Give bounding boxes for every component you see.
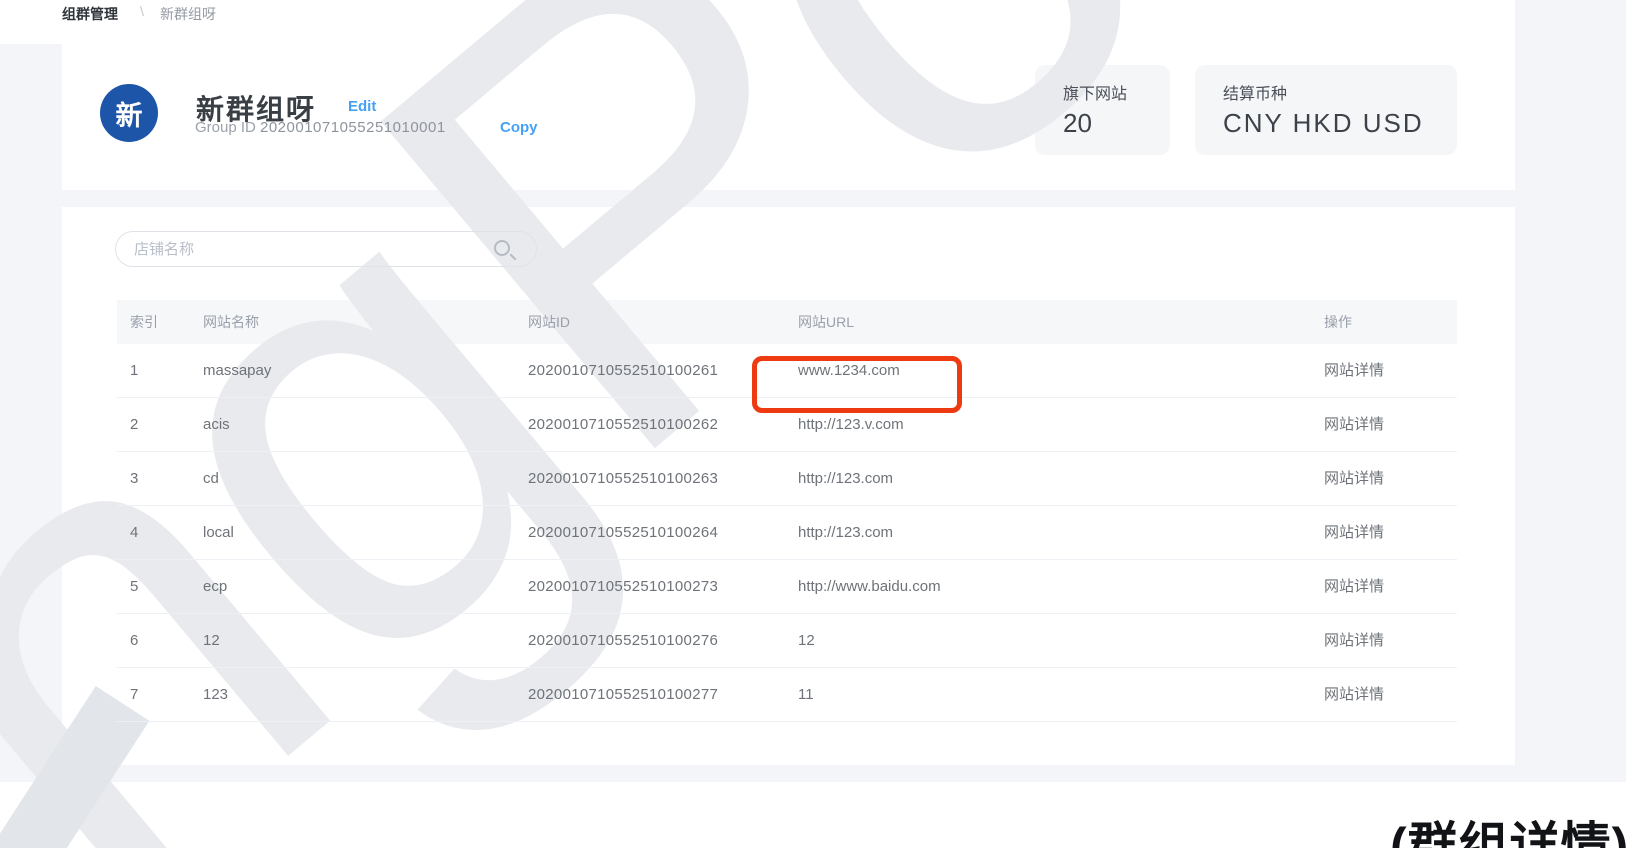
table-row: 5 ecp 2020010710552510100273 http://www.… bbox=[117, 560, 1457, 614]
row-site-url: http://123.com bbox=[798, 452, 893, 506]
edit-button[interactable]: Edit bbox=[348, 98, 376, 115]
site-detail-link[interactable]: 网站详情 bbox=[1324, 560, 1384, 614]
row-site-id: 2020010710552510100262 bbox=[528, 398, 718, 452]
row-index: 5 bbox=[130, 560, 138, 614]
row-site-url: http://123.v.com bbox=[798, 398, 904, 452]
breadcrumb-current: 新群组呀 bbox=[160, 4, 216, 24]
row-site-id: 2020010710552510100277 bbox=[528, 668, 718, 722]
table-row: 7 123 2020010710552510100277 11 网站详情 bbox=[117, 668, 1457, 722]
table-row: 4 local 2020010710552510100264 http://12… bbox=[117, 506, 1457, 560]
row-index: 6 bbox=[130, 614, 138, 668]
column-header-name: 网站名称 bbox=[203, 300, 259, 344]
table-row: 1 massapay 2020010710552510100261 www.12… bbox=[117, 344, 1457, 398]
copy-button[interactable]: Copy bbox=[500, 119, 538, 136]
site-detail-link[interactable]: 网站详情 bbox=[1324, 398, 1384, 452]
page: ngPo 组群管理 \ 新群组呀 新 新群组呀 Edit Group ID 20… bbox=[0, 0, 1626, 848]
site-detail-link[interactable]: 网站详情 bbox=[1324, 614, 1384, 668]
row-index: 1 bbox=[130, 344, 138, 398]
row-site-name: 12 bbox=[203, 614, 220, 668]
column-header-url: 网站URL bbox=[798, 300, 854, 344]
row-index: 2 bbox=[130, 398, 138, 452]
column-header-index: 索引 bbox=[130, 300, 158, 344]
row-site-name: acis bbox=[203, 398, 230, 452]
row-site-name: cd bbox=[203, 452, 219, 506]
site-detail-link[interactable]: 网站详情 bbox=[1324, 506, 1384, 560]
row-site-id: 2020010710552510100273 bbox=[528, 560, 718, 614]
row-site-id: 2020010710552510100261 bbox=[528, 344, 718, 398]
stat-currencies-label: 结算币种 bbox=[1223, 80, 1287, 104]
content-layer: 组群管理 \ 新群组呀 新 新群组呀 Edit Group ID 2020010… bbox=[0, 0, 1626, 848]
site-detail-link[interactable]: 网站详情 bbox=[1324, 344, 1384, 398]
row-site-url: 11 bbox=[798, 668, 814, 722]
breadcrumb-separator: \ bbox=[140, 3, 144, 19]
row-site-url: 12 bbox=[798, 614, 815, 668]
site-detail-link[interactable]: 网站详情 bbox=[1324, 452, 1384, 506]
column-header-action: 操作 bbox=[1324, 300, 1352, 344]
table-row: 3 cd 2020010710552510100263 http://123.c… bbox=[117, 452, 1457, 506]
row-site-id: 2020010710552510100263 bbox=[528, 452, 718, 506]
row-site-url: www.1234.com bbox=[798, 344, 900, 398]
group-avatar: 新 bbox=[100, 84, 158, 142]
stat-sites-value: 20 bbox=[1063, 108, 1092, 139]
row-site-name: massapay bbox=[203, 344, 271, 398]
row-site-name: ecp bbox=[203, 560, 227, 614]
group-id-label: Group ID bbox=[195, 119, 256, 136]
footer-caption: (群组详情) bbox=[1390, 806, 1626, 848]
row-site-name: 123 bbox=[203, 668, 228, 722]
breadcrumb-root[interactable]: 组群管理 bbox=[62, 4, 118, 24]
row-site-id: 2020010710552510100264 bbox=[528, 506, 718, 560]
row-site-id: 2020010710552510100276 bbox=[528, 614, 718, 668]
row-site-url: http://123.com bbox=[798, 506, 893, 560]
row-site-name: local bbox=[203, 506, 234, 560]
stat-currencies-value: CNY HKD USD bbox=[1223, 108, 1424, 139]
table-row: 2 acis 2020010710552510100262 http://123… bbox=[117, 398, 1457, 452]
row-index: 4 bbox=[130, 506, 138, 560]
table-body: 1 massapay 2020010710552510100261 www.12… bbox=[117, 344, 1457, 722]
column-header-id: 网站ID bbox=[528, 300, 570, 344]
row-index: 7 bbox=[130, 668, 138, 722]
search-input[interactable] bbox=[115, 231, 537, 267]
table-row: 6 12 2020010710552510100276 12 网站详情 bbox=[117, 614, 1457, 668]
row-site-url: http://www.baidu.com bbox=[798, 560, 941, 614]
row-index: 3 bbox=[130, 452, 138, 506]
site-detail-link[interactable]: 网站详情 bbox=[1324, 668, 1384, 722]
search-icon[interactable] bbox=[494, 240, 510, 256]
stat-sites-label: 旗下网站 bbox=[1063, 80, 1127, 104]
group-id-value: 202001071055251010001 bbox=[260, 119, 446, 136]
